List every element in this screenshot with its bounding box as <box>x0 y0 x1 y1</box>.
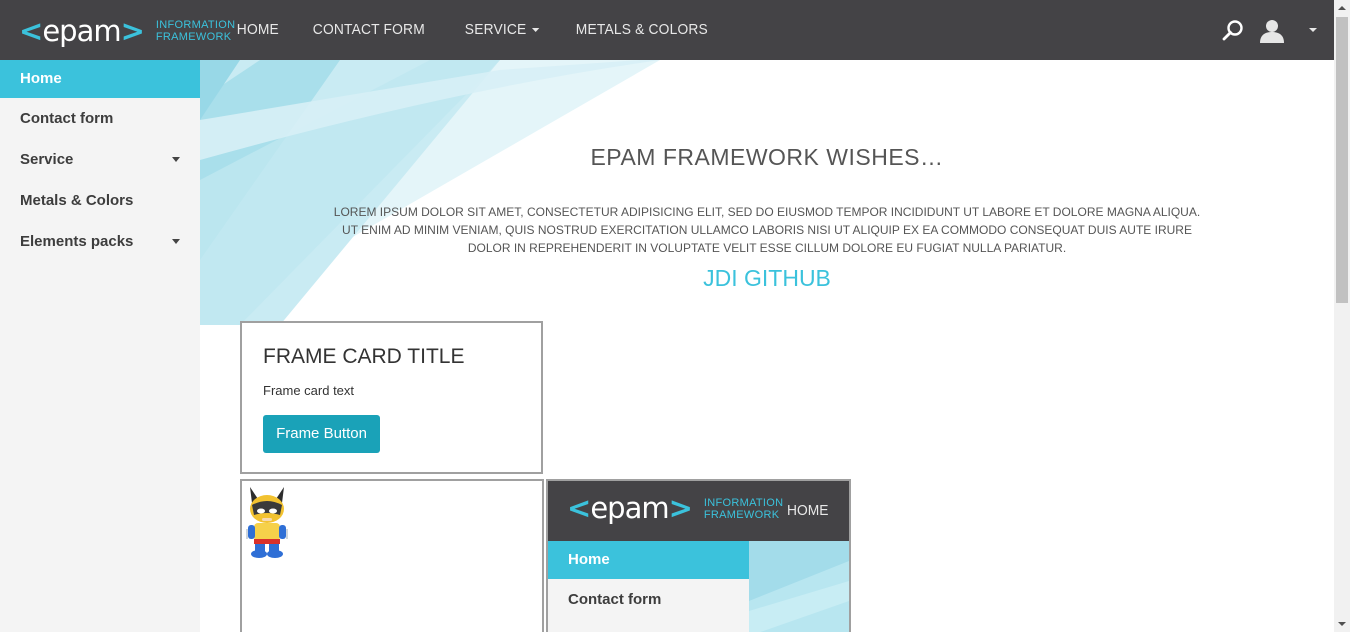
search-icon[interactable] <box>1221 18 1245 42</box>
sidebar-item-label: Elements packs <box>20 233 134 250</box>
topnav-contact-form[interactable]: CONTACT FORM <box>299 0 439 60</box>
frame-card: FRAME CARD TITLE Frame card text Frame B… <box>240 321 543 474</box>
scroll-thumb[interactable] <box>1336 17 1348 303</box>
user-icon[interactable] <box>1259 18 1285 44</box>
embedded-sidebar-item-contact-form[interactable]: Contact form <box>548 579 749 620</box>
main-text: LOREM IPSUM DOLOR SIT AMET, CONSECTETUR … <box>333 205 1201 255</box>
sidebar-item-contact-form[interactable]: Contact form <box>0 98 200 139</box>
image-frame <box>240 479 544 632</box>
embedded-site-frame: <epam> INFORMATION FRAMEWORK HOME Home C… <box>546 479 851 632</box>
frame-card-text: Frame card text <box>263 383 355 398</box>
epam-logo[interactable]: <epam> INFORMATION FRAMEWORK <box>19 13 235 49</box>
chevron-down-icon <box>172 157 180 162</box>
page-scrollbar[interactable] <box>1334 0 1350 632</box>
top-nav: HOME CONTACT FORM SERVICE METALS & COLOR… <box>223 0 735 60</box>
page-title: EPAM FRAMEWORK WISHES… <box>590 144 944 170</box>
topnav-service[interactable]: SERVICE <box>451 0 553 60</box>
topnav-metals-colors[interactable]: METALS & COLORS <box>562 0 722 60</box>
user-menu-chevron-icon[interactable] <box>1309 28 1317 32</box>
top-header: <epam> INFORMATION FRAMEWORK HOME CONTAC… <box>0 0 1334 60</box>
sidebar-item-metals-colors[interactable]: Metals & Colors <box>0 180 200 221</box>
embedded-topnav-home[interactable]: HOME <box>787 481 828 541</box>
sidebar-item-service[interactable]: Service <box>0 139 200 180</box>
frame-button[interactable]: Frame Button <box>263 415 380 453</box>
main-content: EPAM FRAMEWORK WISHES… LOREM IPSUM DOLOR… <box>200 60 1334 632</box>
left-sidebar: Home Contact form Service Metals & Color… <box>0 60 200 632</box>
embedded-sidebar-item-home[interactable]: Home <box>548 541 749 579</box>
scroll-up-arrow-icon[interactable] <box>1338 6 1346 10</box>
embedded-decorative-background <box>749 541 849 632</box>
chevron-down-icon <box>531 28 539 33</box>
wolverine-icon[interactable] <box>244 485 290 559</box>
embedded-logo-subtitle: INFORMATION FRAMEWORK <box>703 496 784 521</box>
embedded-sidebar: Home Contact form <box>548 541 749 632</box>
logo-mark: <epam> <box>19 13 145 48</box>
sidebar-item-home[interactable]: Home <box>0 60 200 98</box>
sidebar-item-elements-packs[interactable]: Elements packs <box>0 221 200 262</box>
embedded-epam-logo[interactable]: <epam> INFORMATION FRAMEWORK <box>567 494 783 523</box>
topnav-service-label: SERVICE <box>464 21 527 38</box>
jdi-github-link[interactable]: JDI GITHUB <box>200 265 1334 292</box>
chevron-down-icon <box>172 239 180 244</box>
sidebar-item-label: Service <box>20 151 74 168</box>
frame-card-title: FRAME CARD TITLE <box>263 345 465 368</box>
topnav-home[interactable]: HOME <box>223 0 293 60</box>
scroll-down-arrow-icon[interactable] <box>1338 622 1346 626</box>
embedded-header: <epam> INFORMATION FRAMEWORK HOME <box>548 481 849 541</box>
embedded-logo-mark: <epam> <box>567 491 693 525</box>
